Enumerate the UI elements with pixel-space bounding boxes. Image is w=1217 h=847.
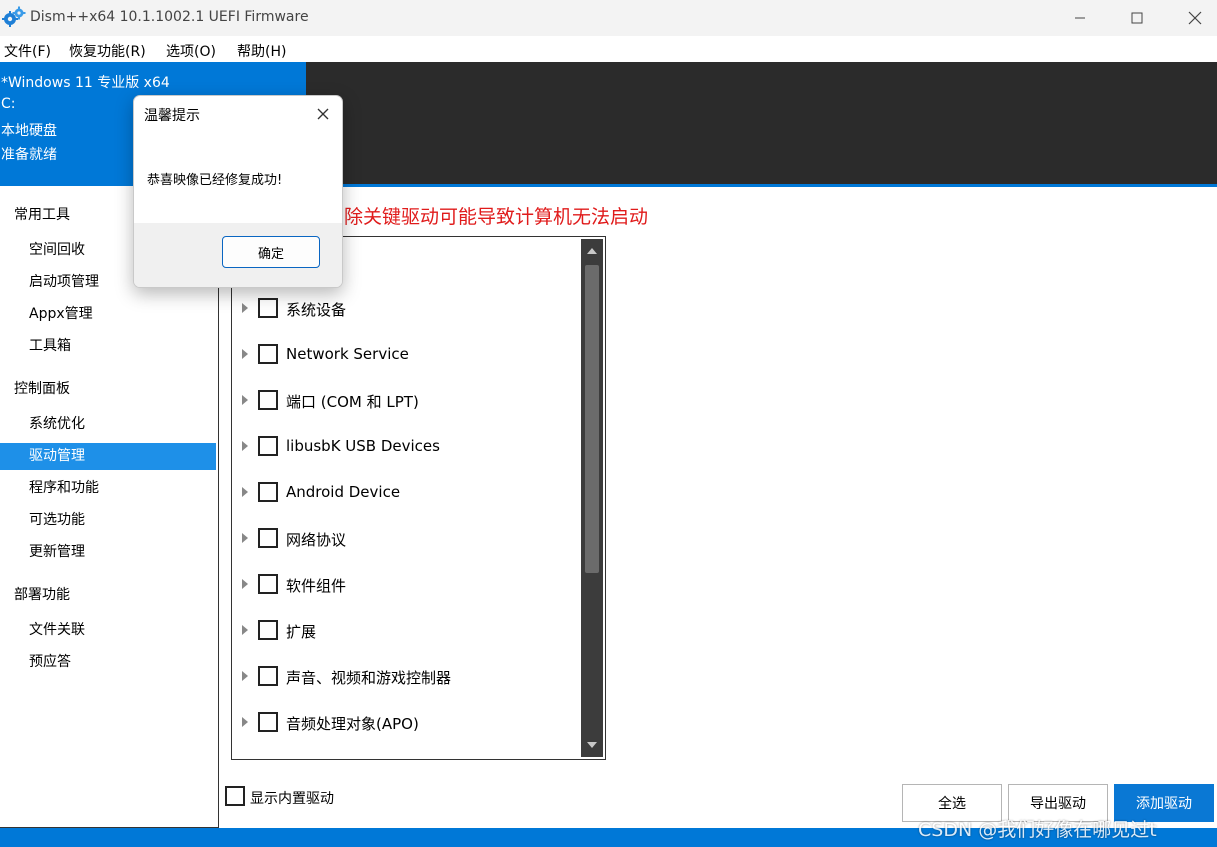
checkbox[interactable] [258,712,278,732]
menu-file[interactable]: 文件(F) [4,41,51,61]
checkbox[interactable] [258,390,278,410]
checkbox[interactable] [225,786,245,806]
expand-arrow-icon[interactable] [242,533,248,543]
scrollbar-thumb[interactable] [585,265,599,573]
divider [306,184,1217,187]
image-disk: 本地硬盘 [1,123,57,139]
list-item[interactable]: 端口 (COM 和 LPT) [232,385,582,415]
list-item[interactable]: 软件组件 [232,569,582,599]
driver-category-label: Android Device [286,483,401,501]
sidebar-item-system-optimize[interactable]: 系统优化 [0,411,216,438]
dialog-body: 恭喜映像已经修复成功! [134,133,342,223]
gears-icon [2,6,26,27]
minimize-icon [1075,17,1085,19]
expand-arrow-icon[interactable] [242,303,248,313]
title-bar: Dism++x64 10.1.1002.1 UEFI Firmware [0,0,1217,36]
ok-button[interactable]: 确定 [222,236,320,268]
menu-bar: 文件(F) 恢复功能(R) 选项(O) 帮助(H) [0,36,1217,62]
driver-category-label: 端口 (COM 和 LPT) [286,393,419,411]
list-item[interactable]: 系统设备 [232,293,582,323]
driver-category-label: 系统设备 [286,301,347,319]
sidebar-item-driver-manager[interactable]: 驱动管理 [0,443,216,470]
driver-category-label: 扩展 [286,623,317,641]
minimize-button[interactable] [1050,0,1110,36]
sidebar-group-control-panel: 控制面板 [14,381,70,397]
driver-category-label: 音频处理对象(APO) [286,715,419,733]
expand-arrow-icon[interactable] [242,671,248,681]
message-dialog: 温馨提示 恭喜映像已经修复成功! 确定 [133,95,343,288]
list-item[interactable]: libusbK USB Devices [232,431,582,461]
sidebar-item-update-manager[interactable]: 更新管理 [0,539,216,566]
checkbox[interactable] [258,620,278,640]
show-builtin-label: 显示内置驱动 [250,791,334,807]
window-title: Dism++x64 10.1.1002.1 UEFI Firmware [30,9,309,25]
image-name: *Windows 11 专业版 x64 [1,75,170,91]
close-icon [1188,11,1202,25]
dialog-close-button[interactable] [312,103,334,125]
driver-category-label: 声音、视频和游戏控制器 [286,669,452,687]
list-item[interactable]: 声音、视频和游戏控制器 [232,661,582,691]
list-item[interactable]: Network Service [232,339,582,369]
checkbox[interactable] [258,482,278,502]
maximize-button[interactable] [1107,0,1167,36]
close-button[interactable] [1165,0,1217,36]
close-icon [317,108,329,120]
expand-arrow-icon[interactable] [242,441,248,451]
sidebar-item-file-association[interactable]: 文件关联 [0,617,216,644]
image-list-area [306,62,1217,184]
list-item[interactable]: 音频处理对象(APO) [232,707,582,737]
warning-text: 除关键驱动可能导致计算机无法启动 [344,206,649,228]
sidebar-item-unattend[interactable]: 预应答 [0,649,216,676]
sidebar-item-appx-manager[interactable]: Appx管理 [0,301,216,328]
image-status: 准备就绪 [1,147,57,163]
sidebar-item-programs[interactable]: 程序和功能 [0,475,216,502]
checkbox[interactable] [258,344,278,364]
scroll-up-arrow-icon[interactable] [587,248,597,254]
dialog-message: 恭喜映像已经修复成功! [147,173,283,188]
expand-arrow-icon[interactable] [242,395,248,405]
checkbox[interactable] [258,574,278,594]
list-item[interactable]: Android Device [232,477,582,507]
menu-options[interactable]: 选项(O) [166,41,216,61]
sidebar-group-deployment: 部署功能 [14,587,70,603]
expand-arrow-icon[interactable] [242,579,248,589]
checkbox[interactable] [258,666,278,686]
menu-restore[interactable]: 恢复功能(R) [69,41,146,61]
maximize-icon [1131,12,1143,24]
expand-arrow-icon[interactable] [242,349,248,359]
driver-category-label: 软件组件 [286,577,347,595]
expand-arrow-icon[interactable] [242,625,248,635]
sidebar-item-optional-features[interactable]: 可选功能 [0,507,216,534]
checkbox[interactable] [258,528,278,548]
checkbox[interactable] [258,436,278,456]
dialog-footer: 确定 [134,223,342,287]
image-drive: C: [1,96,16,112]
expand-arrow-icon[interactable] [242,717,248,727]
checkbox[interactable] [258,298,278,318]
scroll-down-arrow-icon[interactable] [587,742,597,748]
driver-category-label: 网络协议 [286,531,347,549]
watermark: CSDN @我们好像在哪见过t [918,819,1157,841]
driver-tree[interactable]: 器 系统设备 Network Service 端口 (COM 和 LPT) li… [231,236,606,760]
expand-arrow-icon[interactable] [242,487,248,497]
vertical-scrollbar[interactable] [581,239,603,757]
list-item[interactable]: 扩展 [232,615,582,645]
sidebar-group-common-tools: 常用工具 [14,207,70,223]
menu-help[interactable]: 帮助(H) [237,41,286,61]
driver-category-label: Network Service [286,345,409,363]
dialog-title: 温馨提示 [144,108,200,124]
sidebar-item-toolbox[interactable]: 工具箱 [0,333,216,360]
list-item[interactable]: 网络协议 [232,523,582,553]
driver-category-label: libusbK USB Devices [286,437,440,455]
